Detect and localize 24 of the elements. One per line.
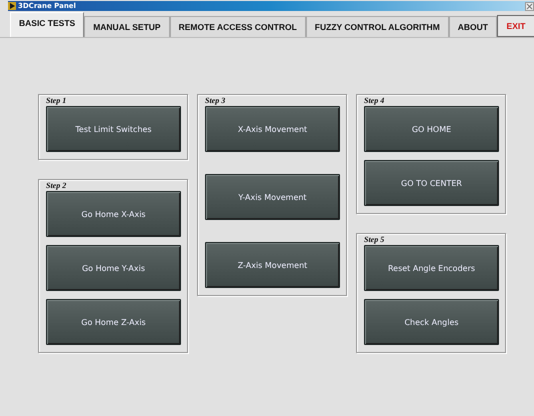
action-button[interactable]: Y-Axis Movement — [205, 174, 340, 220]
action-button[interactable]: Go Home Z-Axis — [46, 299, 181, 345]
action-button[interactable]: Z-Axis Movement — [205, 242, 340, 288]
play-icon — [8, 2, 16, 10]
tab[interactable]: REMOTE ACCESS CONTROL — [170, 16, 306, 37]
tab[interactable]: MANUAL SETUP — [84, 16, 170, 37]
action-button[interactable]: X-Axis Movement — [205, 106, 340, 152]
group-title: Step 4 — [364, 96, 386, 106]
action-button[interactable]: GO TO CENTER — [364, 160, 499, 206]
action-button[interactable]: Go Home X-Axis — [46, 191, 181, 237]
group-title: Step 3 — [205, 96, 226, 106]
exit-button[interactable]: EXIT — [497, 15, 534, 37]
action-button[interactable]: Go Home Y-Axis — [46, 245, 181, 291]
action-button[interactable]: GO HOME — [364, 106, 499, 152]
group-title: Step 2 — [46, 181, 68, 191]
tab[interactable]: ABOUT — [448, 16, 498, 37]
action-button[interactable]: Test Limit Switches — [46, 106, 181, 152]
action-button[interactable]: Reset Angle Encoders — [364, 245, 499, 291]
group-title: Step 1 — [46, 96, 68, 106]
action-button[interactable]: Check Angles — [364, 299, 499, 345]
tab[interactable]: BASIC TESTS — [10, 12, 84, 37]
tab[interactable]: FUZZY CONTROL ALGORITHM — [306, 16, 449, 37]
group-title: Step 5 — [364, 235, 386, 245]
close-icon[interactable] — [525, 2, 534, 10]
